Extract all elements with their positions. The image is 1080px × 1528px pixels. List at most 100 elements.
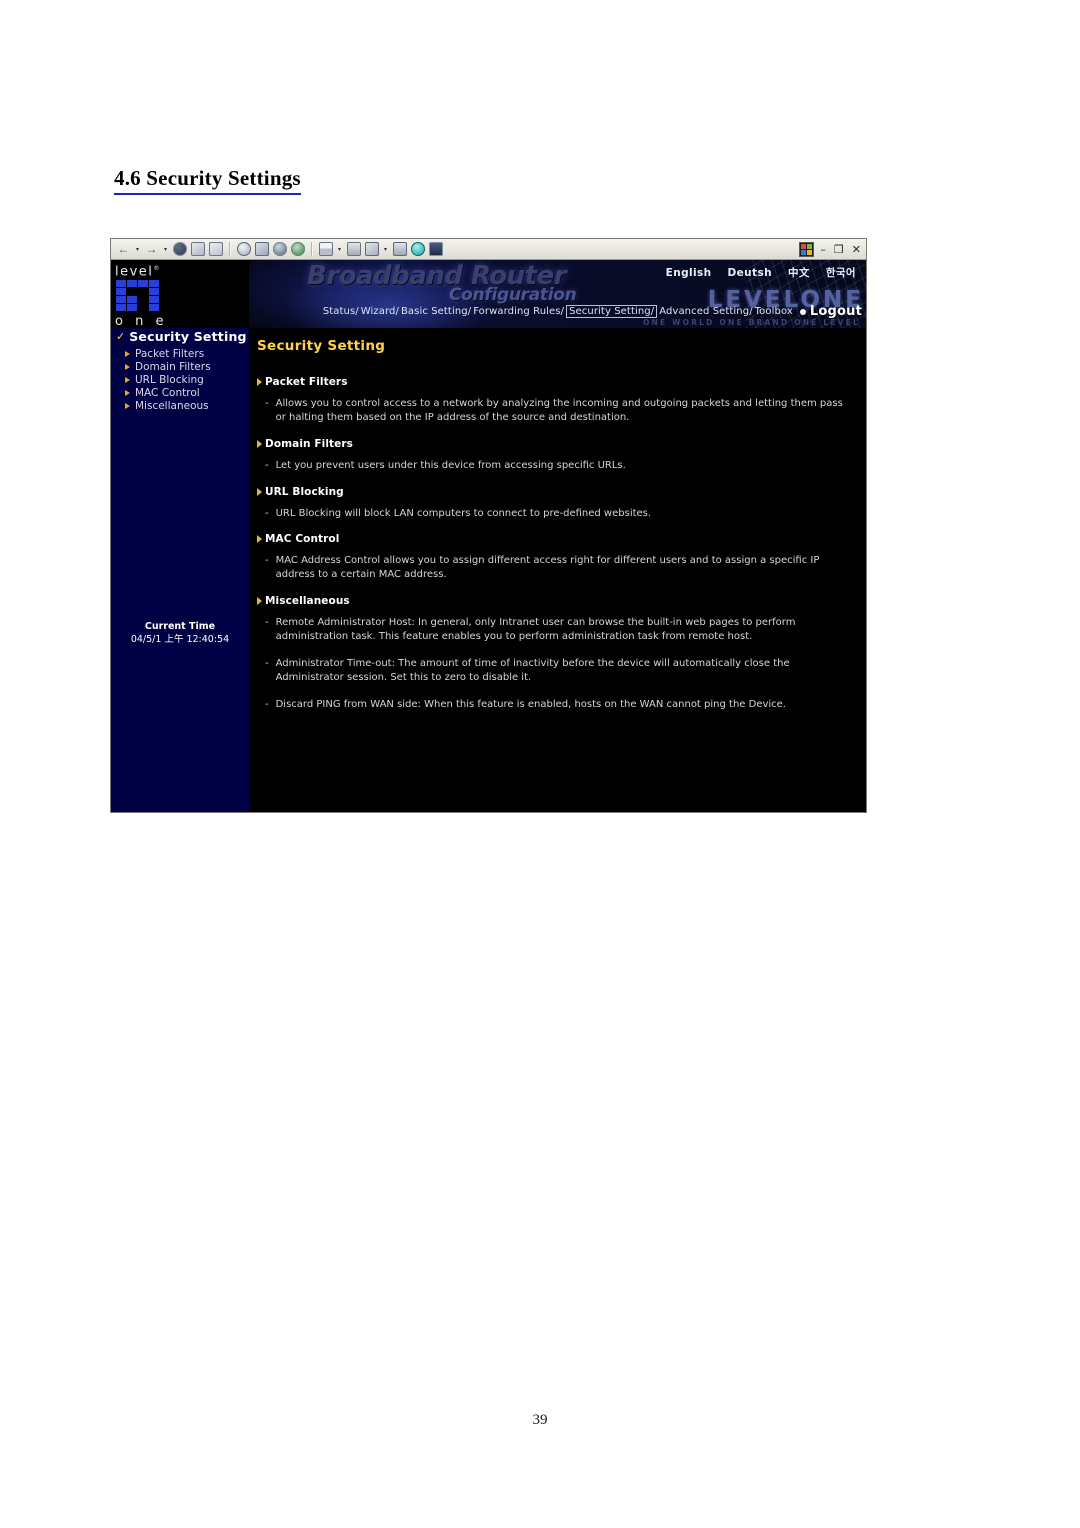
screenshot-frame: ← ▾ → ▾ ▾ ▾ – ❐ ✕ level® o n e ✓ Securit…: [110, 238, 867, 813]
list-item: - Administrator Time-out: The amount of …: [265, 657, 854, 684]
breadcrumb-item-security-setting[interactable]: Security Setting/: [566, 305, 658, 318]
language-link-korean[interactable]: 한국어: [826, 265, 856, 280]
research-icon: [428, 242, 443, 256]
breadcrumb-item-forwarding-rules[interactable]: Forwarding Rules/: [472, 306, 565, 317]
language-link-deutsh[interactable]: Deutsh: [728, 267, 772, 279]
close-button[interactable]: ✕: [850, 244, 863, 255]
breadcrumb: Status/ Wizard/ Basic Setting/ Forwardin…: [249, 304, 866, 319]
section-heading-url-blocking: URL Blocking: [257, 486, 854, 498]
section-heading-label: MAC Control: [265, 533, 340, 545]
forward-dropdown-caret-icon: ▾: [163, 246, 167, 253]
research-button[interactable]: [427, 241, 444, 258]
list-item: - MAC Address Control allows you to assi…: [265, 554, 854, 581]
breadcrumb-item-advanced-setting[interactable]: Advanced Setting/: [658, 306, 753, 317]
main-content-pane: Security Setting Packet Filters - Allows…: [249, 328, 866, 812]
sidebar-item-miscellaneous[interactable]: Miscellaneous: [111, 400, 249, 413]
sidebar-item-label: Domain Filters: [135, 361, 211, 373]
back-button[interactable]: ←: [115, 241, 132, 258]
sidebar: level® o n e ✓ Security Setting Packet F…: [111, 260, 249, 812]
dash-marker: -: [265, 507, 269, 519]
sidebar-item-url-blocking[interactable]: URL Blocking: [111, 374, 249, 387]
page-number: 39: [532, 1412, 548, 1428]
back-dropdown-caret-icon: ▾: [135, 246, 139, 253]
router-web-ui: level® o n e ✓ Security Setting Packet F…: [111, 260, 866, 812]
sidebar-item-domain-filters[interactable]: Domain Filters: [111, 361, 249, 374]
banner-subtitle: Configuration: [449, 285, 577, 305]
current-time-block: Current Time 04/5/1 上午 12:40:54: [111, 620, 249, 646]
back-arrow-icon: ←: [117, 242, 130, 256]
dash-marker: -: [265, 699, 269, 710]
mail-icon: [318, 242, 333, 256]
sidebar-item-label: Miscellaneous: [135, 400, 209, 412]
sidebar-item-label: MAC Control: [135, 387, 200, 399]
sidebar-header: ✓ Security Setting: [111, 328, 249, 346]
media-icon: [272, 242, 287, 256]
messenger-button[interactable]: [409, 241, 426, 258]
page-title: 4.6 Security Settings: [114, 166, 301, 196]
back-dropdown-button[interactable]: ▾: [133, 241, 142, 258]
minimize-button[interactable]: –: [818, 244, 828, 255]
history-icon: [290, 242, 305, 256]
language-link-english[interactable]: English: [666, 267, 712, 279]
edit-icon: [364, 242, 379, 256]
browser-toolbar: ← ▾ → ▾ ▾ ▾ – ❐ ✕: [111, 239, 866, 260]
list-item-text: Administrator Time-out: The amount of ti…: [275, 658, 790, 683]
history-button[interactable]: [289, 241, 306, 258]
stop-button[interactable]: [171, 241, 188, 258]
mail-dropdown-button[interactable]: ▾: [335, 241, 344, 258]
favorites-button[interactable]: [253, 241, 270, 258]
messenger-icon: [410, 242, 425, 256]
bullet-arrow-icon: [257, 597, 262, 605]
breadcrumb-item-basic-setting[interactable]: Basic Setting/: [400, 306, 472, 317]
home-button[interactable]: [207, 241, 224, 258]
logout-button[interactable]: Logout: [810, 304, 862, 319]
search-button[interactable]: [235, 241, 252, 258]
edit-dropdown-button[interactable]: ▾: [381, 241, 390, 258]
section-heading-label: Packet Filters: [265, 376, 348, 388]
forward-button[interactable]: →: [143, 241, 160, 258]
edit-dropdown-caret-icon: ▾: [383, 246, 387, 253]
mail-button[interactable]: [317, 241, 334, 258]
restore-button[interactable]: ❐: [832, 244, 846, 255]
favorites-icon: [254, 242, 269, 256]
toolbar-separator: [229, 242, 231, 256]
discuss-button[interactable]: [391, 241, 408, 258]
breadcrumb-item-wizard[interactable]: Wizard/: [360, 306, 400, 317]
sidebar-item-packet-filters[interactable]: Packet Filters: [111, 348, 249, 361]
forward-arrow-icon: →: [145, 242, 158, 256]
print-icon: [346, 242, 361, 256]
sidebar-item-mac-control[interactable]: MAC Control: [111, 387, 249, 400]
section-heading-miscellaneous: Miscellaneous: [257, 595, 854, 607]
current-time-value: 04/5/1 上午 12:40:54: [130, 634, 230, 645]
language-link-chinese[interactable]: 中文: [788, 265, 810, 280]
sidebar-item-label: URL Blocking: [135, 374, 204, 386]
list-item: - Discard PING from WAN side: When this …: [265, 698, 854, 712]
dash-marker: -: [265, 398, 269, 409]
print-button[interactable]: [345, 241, 362, 258]
stop-icon: [172, 242, 187, 256]
banner: Broadband Router Configuration English D…: [249, 260, 866, 328]
bullet-arrow-icon: [257, 487, 262, 496]
brand-level-label: level: [115, 264, 154, 280]
dash-marker: -: [265, 658, 269, 669]
section-heading-domain-filters: Domain Filters: [257, 438, 854, 450]
bullet-arrow-icon: [257, 535, 262, 543]
breadcrumb-item-status[interactable]: Status/: [322, 306, 360, 317]
breadcrumb-item-toolbox[interactable]: Toolbox: [754, 306, 794, 317]
levelone-logo: level® o n e: [111, 260, 249, 329]
list-item: - Let you prevent users under this devic…: [265, 459, 854, 473]
list-item-text: URL Blocking will block LAN computers to…: [275, 507, 652, 519]
explorer-bar-button-group: [235, 241, 307, 258]
tools-button-group: ▾ ▾: [317, 241, 445, 258]
home-icon: [208, 242, 223, 256]
list-item: - Remote Administrator Host: In general,…: [265, 616, 854, 643]
bullet-arrow-icon: [125, 351, 130, 357]
refresh-icon: [190, 242, 205, 256]
refresh-button[interactable]: [189, 241, 206, 258]
list-item: - URL Blocking will block LAN computers …: [265, 507, 854, 521]
forward-dropdown-button[interactable]: ▾: [161, 241, 170, 258]
dash-marker: -: [265, 617, 269, 628]
edit-button[interactable]: [363, 241, 380, 258]
bullet-arrow-icon: [125, 377, 130, 383]
media-button[interactable]: [271, 241, 288, 258]
